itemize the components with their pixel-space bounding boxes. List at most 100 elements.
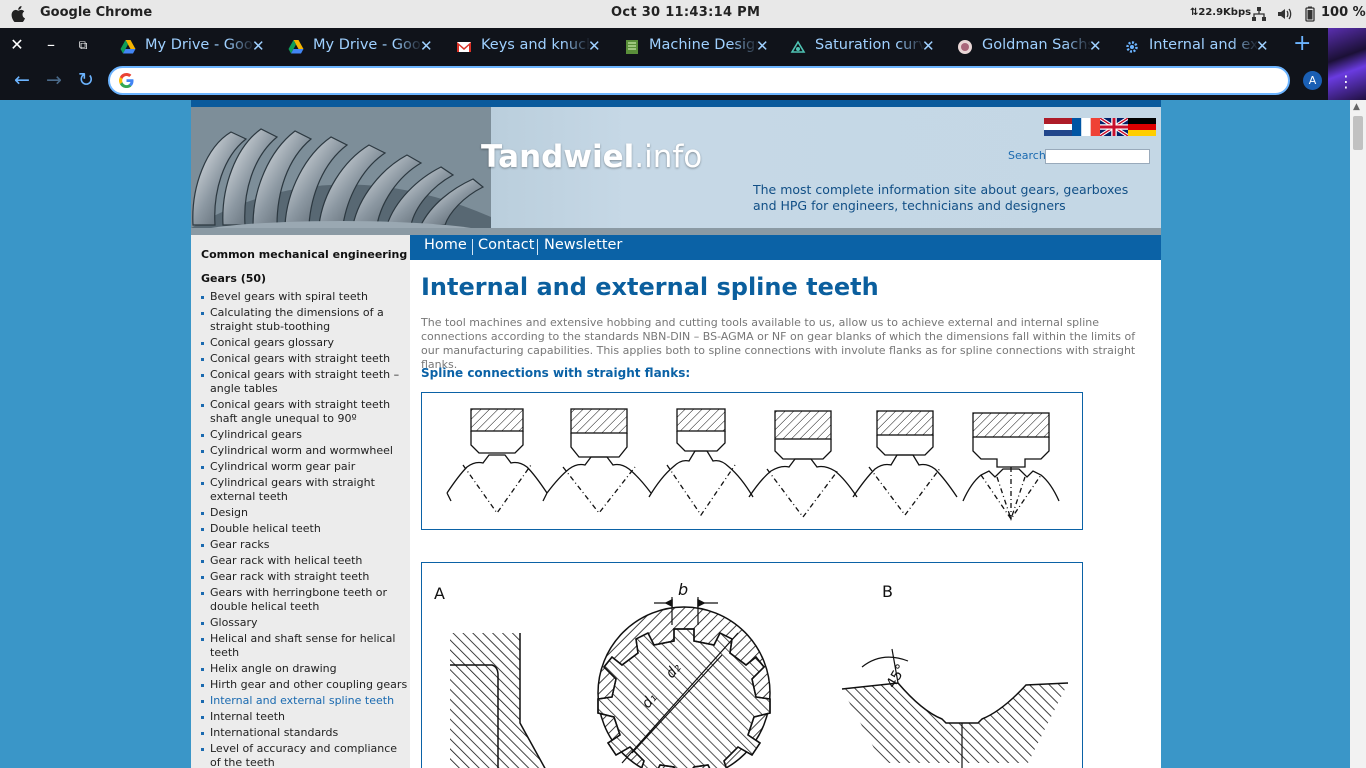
scrollbar-thumb[interactable] (1353, 116, 1363, 150)
battery-percentage: 100 % (1321, 5, 1366, 20)
dutch-flag-icon[interactable] (1044, 118, 1072, 136)
close-window-icon[interactable]: ✕ (8, 36, 26, 54)
volume-icon[interactable] (1276, 6, 1292, 22)
profile-avatar[interactable]: A (1303, 71, 1322, 90)
system-menu-bar: Google Chrome Oct 30 11:43:14 PM ⇅22.9Kb… (0, 0, 1366, 28)
sidebar-link[interactable]: Cylindrical gears (201, 428, 411, 442)
nav-separator (537, 239, 538, 255)
close-tab-icon[interactable]: ✕ (922, 37, 936, 55)
gears-article-list: Bevel gears with spiral teeth Calculating… (201, 290, 411, 768)
forward-icon[interactable]: → (44, 70, 64, 90)
tab-my-drive-2[interactable]: My Drive - Google Drive ✕ (288, 32, 434, 62)
sidebar-link[interactable]: International standards (201, 726, 411, 740)
sidebar-link[interactable]: Helical and shaft sense for helical teet… (201, 632, 411, 660)
spline-profiles-drawing (446, 408, 1060, 522)
sidebar-link[interactable]: Conical gears with straight teeth (201, 352, 411, 366)
sidebar-link[interactable]: Cylindrical worm and wormwheel (201, 444, 411, 458)
search-label: Search (1008, 149, 1046, 162)
scroll-up-icon[interactable]: ▲ (1353, 102, 1360, 112)
clock[interactable]: Oct 30 11:43:14 PM (611, 5, 760, 20)
uk-flag-icon[interactable] (1100, 118, 1128, 136)
site-tagline: The most complete information site about… (753, 182, 1129, 213)
intro-paragraph: The tool machines and extensive hobbing … (421, 316, 1136, 371)
url-input[interactable] (142, 71, 1272, 90)
sidebar-link[interactable]: Level of accuracy and compliance of the … (201, 742, 411, 768)
spline-detail-figure: A B b d₁ d₂ 45° (421, 562, 1083, 768)
nav-newsletter-link[interactable]: Newsletter (544, 237, 622, 253)
apple-icon[interactable] (11, 6, 25, 22)
close-tab-icon[interactable]: ✕ (252, 37, 266, 55)
logo-text-suffix: .info (634, 139, 703, 175)
sidebar-link[interactable]: Helix angle on drawing (201, 662, 411, 676)
document-icon (626, 40, 638, 54)
restore-window-icon[interactable]: ⧉ (74, 36, 92, 54)
sidebar-link[interactable]: Conical gears glossary (201, 336, 411, 350)
tab-internal-external-spline[interactable]: Internal and external spline teeth ✕ (1124, 32, 1270, 62)
detail-a-label: A (434, 584, 445, 603)
sidebar-link[interactable]: Gear rack with helical teeth (201, 554, 411, 568)
tab-saturation-curve[interactable]: Saturation curve ✕ (790, 32, 936, 62)
page-scrollbar[interactable]: ▲ (1350, 100, 1366, 768)
new-tab-button[interactable]: + (1293, 33, 1311, 55)
top-navigation: Home Contact Newsletter (410, 235, 1161, 260)
tab-title: Goldman Sachs (982, 37, 1092, 53)
minimize-window-icon[interactable]: – (42, 36, 60, 54)
sidebar-link[interactable]: Cylindrical gears with straight external… (201, 476, 411, 504)
tab-machine-design[interactable]: Machine Design ✕ (624, 32, 770, 62)
site-header: Tandwiel.info Search The most complete i… (191, 107, 1161, 228)
google-drive-icon (120, 40, 136, 54)
sidebar-link[interactable]: Double helical teeth (201, 522, 411, 536)
tab-my-drive-1[interactable]: My Drive - Google Drive ✕ (120, 32, 266, 62)
tab-title: Saturation curve (815, 37, 925, 53)
category-common-mechanical[interactable]: Common mechanical engineering (22) (201, 248, 436, 261)
reload-icon[interactable]: ↻ (76, 70, 96, 90)
network-icon[interactable] (1251, 6, 1267, 22)
close-tab-icon[interactable]: ✕ (588, 37, 602, 55)
battery-icon[interactable] (1302, 6, 1318, 22)
tab-goldman-sachs[interactable]: Goldman Sachs ✕ (957, 32, 1103, 62)
sidebar-link[interactable]: Internal and external spline teeth (201, 694, 411, 708)
close-tab-icon[interactable]: ✕ (420, 37, 434, 55)
tab-title: Keys and knuckle joints (481, 37, 591, 53)
tab-strip: ✕ – ⧉ My Drive - Google Drive ✕ My Drive… (0, 28, 1366, 62)
site-icon (958, 40, 972, 54)
address-bar[interactable] (108, 66, 1290, 95)
nav-contact-link[interactable]: Contact (478, 237, 534, 253)
sidebar-link[interactable]: Calculating the dimensions of a straight… (201, 306, 411, 334)
nav-home-link[interactable]: Home (424, 237, 467, 253)
close-tab-icon[interactable]: ✕ (1089, 37, 1103, 55)
sidebar-link[interactable]: Cylindrical worm gear pair (201, 460, 411, 474)
browser-toolbar: ← → ↻ A (0, 62, 1328, 100)
sidebar-link[interactable]: Conical gears with straight teeth – angl… (201, 368, 411, 396)
sidebar-link[interactable]: Hirth gear and other coupling gears (201, 678, 411, 692)
category-gears[interactable]: Gears (50) (201, 272, 266, 285)
close-tab-icon[interactable]: ✕ (756, 37, 770, 55)
sidebar-link[interactable]: Conical gears with straight teeth shaft … (201, 398, 411, 426)
site-logo[interactable]: Tandwiel.info (481, 139, 702, 175)
google-icon (119, 73, 134, 88)
close-tab-icon[interactable]: ✕ (1256, 37, 1270, 55)
german-flag-icon[interactable] (1128, 118, 1156, 136)
back-icon[interactable]: ← (12, 70, 32, 90)
page-title: Internal and external spline teeth (421, 273, 879, 301)
sidebar-link[interactable]: Gear racks (201, 538, 411, 552)
web-page: Tandwiel.info Search The most complete i… (191, 100, 1161, 768)
site-icon (790, 40, 806, 53)
sidebar-link[interactable]: Bevel gears with spiral teeth (201, 290, 411, 304)
straight-flank-spline-profiles-figure (421, 392, 1083, 530)
sidebar-link[interactable]: Design (201, 506, 411, 520)
site-search-input[interactable] (1045, 149, 1150, 164)
sidebar-link[interactable]: Internal teeth (201, 710, 411, 724)
sidebar-link[interactable]: Gears with herringbone teeth or double h… (201, 586, 411, 614)
chrome-menu-icon[interactable]: ⋮ (1338, 72, 1354, 91)
sidebar-link[interactable]: Glossary (201, 616, 411, 630)
french-flag-icon[interactable] (1072, 118, 1100, 136)
spiral-bevel-gear-image (191, 107, 491, 228)
tab-keys-knuckle[interactable]: Keys and knuckle joints ✕ (456, 32, 602, 62)
active-app-name[interactable]: Google Chrome (40, 5, 152, 20)
spline-detail-drawing: A B b d₁ d₂ 45° (434, 580, 1069, 768)
tab-title: My Drive - Google Drive (145, 37, 255, 53)
header-bottom-bar (191, 228, 1161, 235)
sidebar-link[interactable]: Gear rack with straight teeth (201, 570, 411, 584)
width-b-label: b (678, 580, 688, 599)
